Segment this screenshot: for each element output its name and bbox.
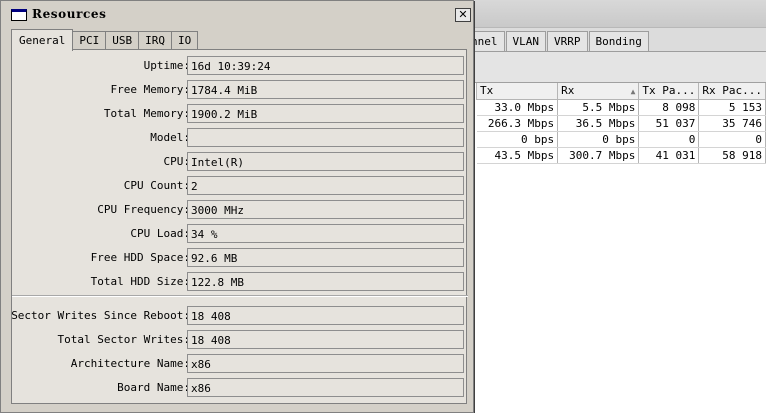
cpu-count-label: CPU Count: bbox=[123, 179, 190, 192]
general-panel: Uptime: 16d 10:39:24 Free Memory: 1784.4… bbox=[11, 49, 468, 404]
cell-rx-packets: 35 746 bbox=[698, 115, 766, 132]
uptime-label: Uptime: bbox=[143, 59, 190, 72]
cell-tx: 43.5 Mbps bbox=[476, 147, 559, 164]
cell-rx: 300.7 Mbps bbox=[557, 147, 640, 164]
cpu-load-label: CPU Load: bbox=[130, 227, 190, 240]
resources-dialog: Resources ✕ General PCI USB IRQ IO Uptim… bbox=[0, 0, 474, 413]
free-memory-label: Free Memory: bbox=[110, 83, 190, 96]
column-header-tx-packets[interactable]: Tx Pa... bbox=[638, 83, 700, 100]
column-header-rx-label: Rx bbox=[561, 84, 575, 98]
total-memory-label: Total Memory: bbox=[103, 107, 190, 120]
total-sector-writes-field[interactable]: 18 408 bbox=[187, 330, 464, 349]
cell-tx: 0 bps bbox=[476, 131, 559, 148]
interface-toolbar bbox=[462, 52, 766, 82]
interface-table: Tx Rx ▲ Tx Pa... Rx Pac... 33.0 Mbps 5.5 … bbox=[462, 82, 766, 413]
free-memory-field[interactable]: 1784.4 MiB bbox=[187, 80, 464, 99]
tab-io[interactable]: IO bbox=[170, 31, 199, 50]
dialog-titlebar[interactable]: Resources ✕ bbox=[4, 4, 471, 25]
column-header-rx[interactable]: Rx ▲ bbox=[557, 83, 640, 100]
window-icon bbox=[11, 9, 27, 21]
free-hdd-space-field[interactable]: 92.6 MB bbox=[187, 248, 464, 267]
cpu-frequency-label: CPU Frequency: bbox=[97, 203, 190, 216]
close-button[interactable]: ✕ bbox=[455, 8, 471, 22]
cell-tx-packets: 8 098 bbox=[638, 99, 700, 116]
board-name-row: Board Name: x86 bbox=[12, 378, 468, 398]
sector-writes-since-reboot-row: Sector Writes Since Reboot: 18 408 bbox=[11, 306, 468, 326]
architecture-name-label: Architecture Name: bbox=[70, 357, 190, 370]
close-icon: ✕ bbox=[458, 8, 468, 21]
model-row: Model: bbox=[12, 128, 468, 148]
board-name-label: Board Name: bbox=[117, 381, 190, 394]
tab-irq[interactable]: IRQ bbox=[138, 31, 172, 50]
cell-rx-packets: 5 153 bbox=[698, 99, 766, 116]
tab-vlan[interactable]: VLAN bbox=[505, 31, 546, 51]
cell-tx-packets: 0 bbox=[638, 131, 700, 148]
cpu-frequency-row: CPU Frequency: 3000 MHz bbox=[12, 200, 468, 220]
cpu-count-row: CPU Count: 2 bbox=[12, 176, 468, 196]
resources-tabs: General PCI USB IRQ IO bbox=[11, 28, 199, 51]
tab-pci[interactable]: PCI bbox=[72, 31, 107, 50]
sector-writes-since-reboot-label: Sector Writes Since Reboot: bbox=[11, 309, 190, 322]
cpu-frequency-field[interactable]: 3000 MHz bbox=[187, 200, 464, 219]
free-hdd-space-row: Free HDD Space: 92.6 MB bbox=[12, 248, 468, 268]
cpu-load-field[interactable]: 34 % bbox=[187, 224, 464, 243]
cell-tx-packets: 51 037 bbox=[638, 115, 700, 132]
total-hdd-size-row: Total HDD Size: 122.8 MB bbox=[12, 272, 468, 292]
board-name-field[interactable]: x86 bbox=[187, 378, 464, 397]
table-row[interactable]: 33.0 Mbps 5.5 Mbps 8 098 5 153 bbox=[476, 99, 766, 116]
total-memory-row: Total Memory: 1900.2 MiB bbox=[12, 104, 468, 124]
uptime-row: Uptime: 16d 10:39:24 bbox=[12, 56, 468, 76]
column-header-rx-packets[interactable]: Rx Pac... bbox=[698, 83, 766, 100]
uptime-field[interactable]: 16d 10:39:24 bbox=[187, 56, 464, 75]
tab-vrrp[interactable]: VRRP bbox=[547, 31, 588, 51]
cell-tx-packets: 41 031 bbox=[638, 147, 700, 164]
total-memory-field[interactable]: 1900.2 MiB bbox=[187, 104, 464, 123]
section-divider bbox=[12, 295, 468, 297]
cpu-load-row: CPU Load: 34 % bbox=[12, 224, 468, 244]
cell-rx: 36.5 Mbps bbox=[557, 115, 640, 132]
sort-ascending-icon: ▲ bbox=[630, 87, 636, 97]
cpu-row: CPU: Intel(R) bbox=[12, 152, 468, 172]
cell-rx-packets: 0 bbox=[698, 131, 766, 148]
table-row[interactable]: 266.3 Mbps 36.5 Mbps 51 037 35 746 bbox=[476, 115, 766, 132]
tab-bonding[interactable]: Bonding bbox=[588, 31, 649, 51]
total-sector-writes-label: Total Sector Writes: bbox=[57, 333, 190, 346]
dialog-title: Resources bbox=[32, 7, 107, 21]
table-row[interactable]: 43.5 Mbps 300.7 Mbps 41 031 58 918 bbox=[476, 147, 766, 164]
model-field[interactable] bbox=[187, 128, 464, 147]
total-hdd-size-label: Total HDD Size: bbox=[90, 275, 190, 288]
cell-tx: 33.0 Mbps bbox=[476, 99, 559, 116]
cpu-field[interactable]: Intel(R) bbox=[187, 152, 464, 171]
sector-writes-since-reboot-field[interactable]: 18 408 bbox=[187, 306, 464, 325]
tab-general[interactable]: General bbox=[11, 29, 74, 51]
tab-usb[interactable]: USB bbox=[105, 31, 140, 50]
architecture-name-field[interactable]: x86 bbox=[187, 354, 464, 373]
cell-rx: 0 bps bbox=[557, 131, 640, 148]
table-row[interactable]: 0 bps 0 bps 0 0 bbox=[476, 131, 766, 148]
architecture-name-row: Architecture Name: x86 bbox=[12, 354, 468, 374]
cell-rx-packets: 58 918 bbox=[698, 147, 766, 164]
total-hdd-size-field[interactable]: 122.8 MB bbox=[187, 272, 464, 291]
model-label: Model: bbox=[150, 131, 190, 144]
free-hdd-space-label: Free HDD Space: bbox=[90, 251, 190, 264]
cpu-count-field[interactable]: 2 bbox=[187, 176, 464, 195]
total-sector-writes-row: Total Sector Writes: 18 408 bbox=[12, 330, 468, 350]
interface-tabs: nnel VLAN VRRP Bonding bbox=[462, 31, 650, 51]
cell-rx: 5.5 Mbps bbox=[557, 99, 640, 116]
cell-tx: 266.3 Mbps bbox=[476, 115, 559, 132]
free-memory-row: Free Memory: 1784.4 MiB bbox=[12, 80, 468, 100]
column-header-tx[interactable]: Tx bbox=[475, 83, 559, 100]
